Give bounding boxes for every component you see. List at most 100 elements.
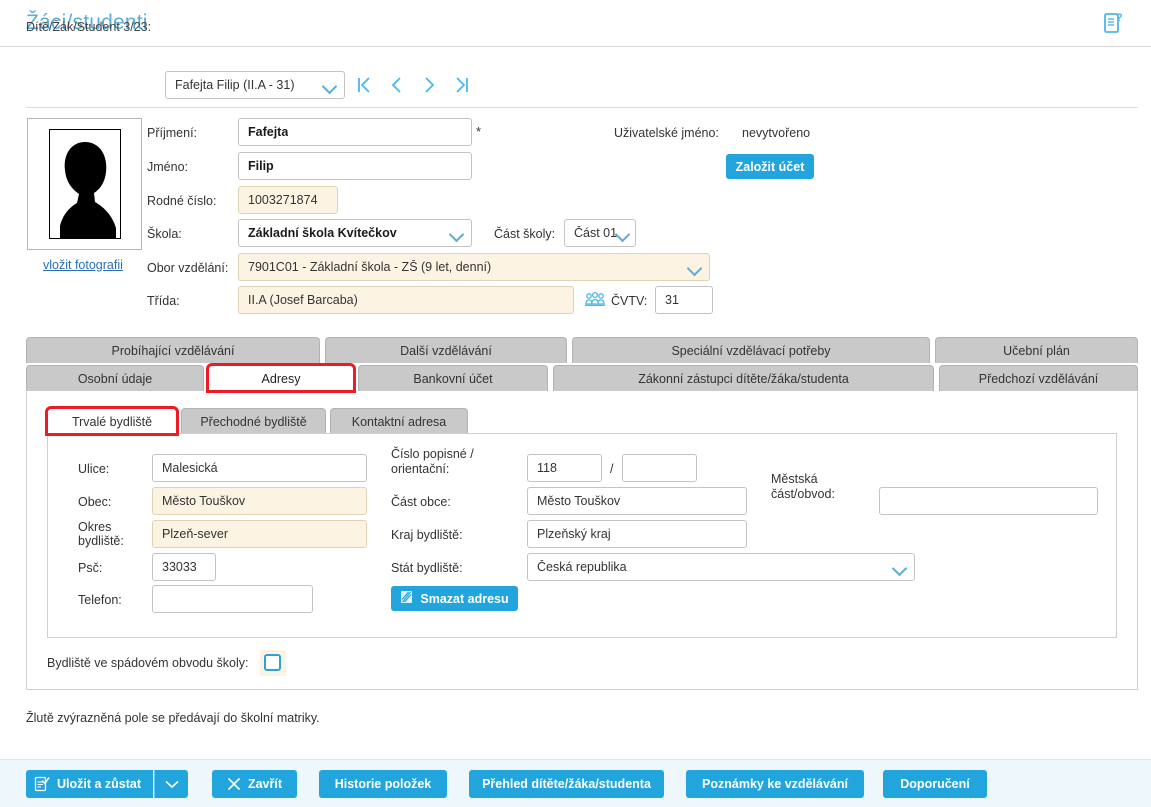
tab-adresy[interactable]: Adresy (206, 363, 356, 393)
tab-osobni-udaje[interactable]: Osobní údaje (26, 365, 204, 391)
surname-label: Příjmení: (147, 126, 198, 140)
orientation-number-field[interactable] (622, 454, 697, 482)
number-separator: / (610, 462, 614, 476)
tab-ucebni-plan[interactable]: Učební plán (935, 337, 1138, 363)
item-history-button[interactable]: Historie položek (319, 770, 447, 798)
save-options-dropdown-button[interactable] (154, 770, 188, 798)
username-label: Uživatelské jméno: (614, 126, 719, 140)
student-select[interactable]: Fafejta Filip (II.A - 31) (165, 71, 345, 99)
tab-zakonni-zastupci[interactable]: Zákonní zástupci dítěte/žáka/studenta (553, 365, 934, 391)
country-value: Česká republika (537, 560, 627, 574)
tab-dalsi-vzdelavani[interactable]: Další vzdělávání (325, 337, 567, 363)
cvtv-label: ČVTV: (611, 294, 648, 308)
close-button[interactable]: Zavřít (212, 770, 297, 798)
country-select[interactable]: Česká republika (527, 553, 915, 581)
subtab-kontaktni-adresa[interactable]: Kontaktní adresa (330, 408, 468, 434)
header-divider (26, 107, 1138, 108)
street-label: Ulice: (78, 462, 110, 476)
next-record-button[interactable] (420, 72, 438, 98)
birth-number-value: 1003271874 (248, 193, 318, 207)
city-part-value: Město Touškov (537, 494, 621, 508)
school-part-value: Část 01 (574, 226, 618, 240)
tab-label: Předchozí vzdělávání (978, 371, 1099, 386)
school-part-select[interactable]: Část 01 (564, 219, 636, 247)
insert-photo-link[interactable]: vložit fotografii (43, 258, 123, 272)
tab-label: Další vzdělávání (400, 343, 492, 358)
create-account-button[interactable]: Založit účet (726, 154, 814, 179)
document-check-icon (34, 776, 50, 792)
city-label: Obec: (78, 495, 112, 509)
zip-field[interactable]: 33033 (152, 553, 216, 581)
tab-label: Speciální vzdělávací potřeby (671, 343, 831, 358)
tab-label: Adresy (261, 371, 301, 386)
delete-address-button[interactable]: Smazat adresu (391, 586, 518, 611)
last-record-button[interactable] (452, 72, 470, 98)
previous-record-button[interactable] (388, 72, 406, 98)
person-silhouette-icon (49, 129, 121, 239)
district-field[interactable]: Plzeň-sever (152, 520, 367, 548)
svg-text:?: ? (1116, 12, 1123, 24)
tab-probihajici-vzdelavani[interactable]: Probíhající vzdělávání (26, 337, 320, 363)
tab-bankovni-ucet[interactable]: Bankovní účet (358, 365, 548, 391)
catchment-row: Bydliště ve spádovém obvodu školy: (47, 650, 1117, 680)
school-value: Základní škola Kvítečkov (248, 226, 397, 240)
region-value: Plzeňský kraj (537, 527, 611, 541)
birth-number-field[interactable]: 1003271874 (238, 186, 338, 214)
tab-label: Osobní údaje (77, 371, 153, 386)
tab-specialni-vzdelavaci-potreby[interactable]: Speciální vzdělávací potřeby (572, 337, 930, 363)
required-mark: * (476, 124, 482, 139)
study-field-select[interactable]: 7901C01 - Základní škola - ZŠ (9 let, de… (238, 253, 710, 281)
street-field[interactable]: Malesická (152, 454, 367, 482)
app-header: Žáci/studenti ? (0, 0, 1151, 47)
city-field[interactable]: Město Touškov (152, 487, 367, 515)
phone-field[interactable] (152, 585, 313, 613)
school-select[interactable]: Základní škola Kvítečkov (238, 219, 472, 247)
catchment-checkbox[interactable] (264, 654, 281, 671)
class-value: II.A (Josef Barcaba) (248, 293, 358, 307)
footer-toolbar: Uložit a zůstat Zavřít Historie položek … (0, 759, 1151, 807)
city-part-label: Část obce: (391, 495, 451, 509)
study-field-label: Obor vzdělání: (147, 261, 229, 275)
firstname-value: Filip (248, 159, 274, 173)
district-label: Okres bydliště: (78, 520, 124, 548)
tab-predchozi-vzdelavani[interactable]: Předchozí vzdělávání (939, 365, 1138, 391)
class-label: Třída: (147, 294, 180, 308)
birth-number-label: Rodné číslo: (147, 194, 217, 208)
people-group-icon[interactable] (585, 291, 605, 307)
save-and-stay-label: Uložit a zůstat (57, 777, 142, 791)
subtab-trvale-bydliste[interactable]: Trvalé bydliště (45, 406, 179, 436)
education-notes-button[interactable]: Poznámky ke vzdělávání (686, 770, 864, 798)
recommendations-button[interactable]: Doporučení (883, 770, 987, 798)
surname-value: Fafejta (248, 125, 289, 139)
tab-label: Učební plán (1003, 343, 1070, 358)
city-part-field[interactable]: Město Touškov (527, 487, 747, 515)
chevron-down-icon (617, 229, 630, 237)
tab-label: Zákonní zástupci dítěte/žáka/studenta (638, 371, 849, 386)
student-selector-label: Dítě/Žák/Student 3/23: (26, 20, 152, 34)
x-icon (227, 777, 241, 791)
urban-district-field[interactable] (879, 487, 1098, 515)
chevron-down-icon (894, 563, 907, 571)
addresses-panel: Trvalé bydliště Přechodné bydliště Konta… (26, 392, 1138, 690)
document-question-icon[interactable]: ? (1103, 12, 1125, 34)
cvtv-field[interactable]: 31 (655, 286, 713, 314)
students-page: Žáci/studenti ? Dítě/Žák/Student 3/23: F… (0, 0, 1151, 807)
save-and-stay-button[interactable]: Uložit a zůstat (26, 770, 153, 798)
street-value: Malesická (162, 461, 218, 475)
permanent-address-form: Ulice: Malesická Obec: Město Touškov Okr… (47, 433, 1117, 638)
matrika-note: Žlutě zvýrazněná pole se předávají do šk… (26, 711, 320, 725)
class-field[interactable]: II.A (Josef Barcaba) (238, 286, 574, 314)
house-number-field[interactable]: 118 (527, 454, 602, 482)
school-label: Škola: (147, 227, 182, 241)
firstname-field[interactable]: Filip (238, 152, 472, 180)
school-part-label: Část školy: (494, 227, 556, 241)
tab-label: Probíhající vzdělávání (111, 343, 235, 358)
record-navigation (356, 72, 470, 98)
surname-field[interactable]: Fafejta (238, 118, 472, 146)
subtab-prechodne-bydliste[interactable]: Přechodné bydliště (181, 408, 326, 434)
first-record-button[interactable] (356, 72, 374, 98)
region-field[interactable]: Plzeňský kraj (527, 520, 747, 548)
zip-label: Psč: (78, 561, 103, 575)
student-overview-button[interactable]: Přehled dítěte/žáka/studenta (469, 770, 664, 798)
district-value: Plzeň-sever (162, 527, 228, 541)
